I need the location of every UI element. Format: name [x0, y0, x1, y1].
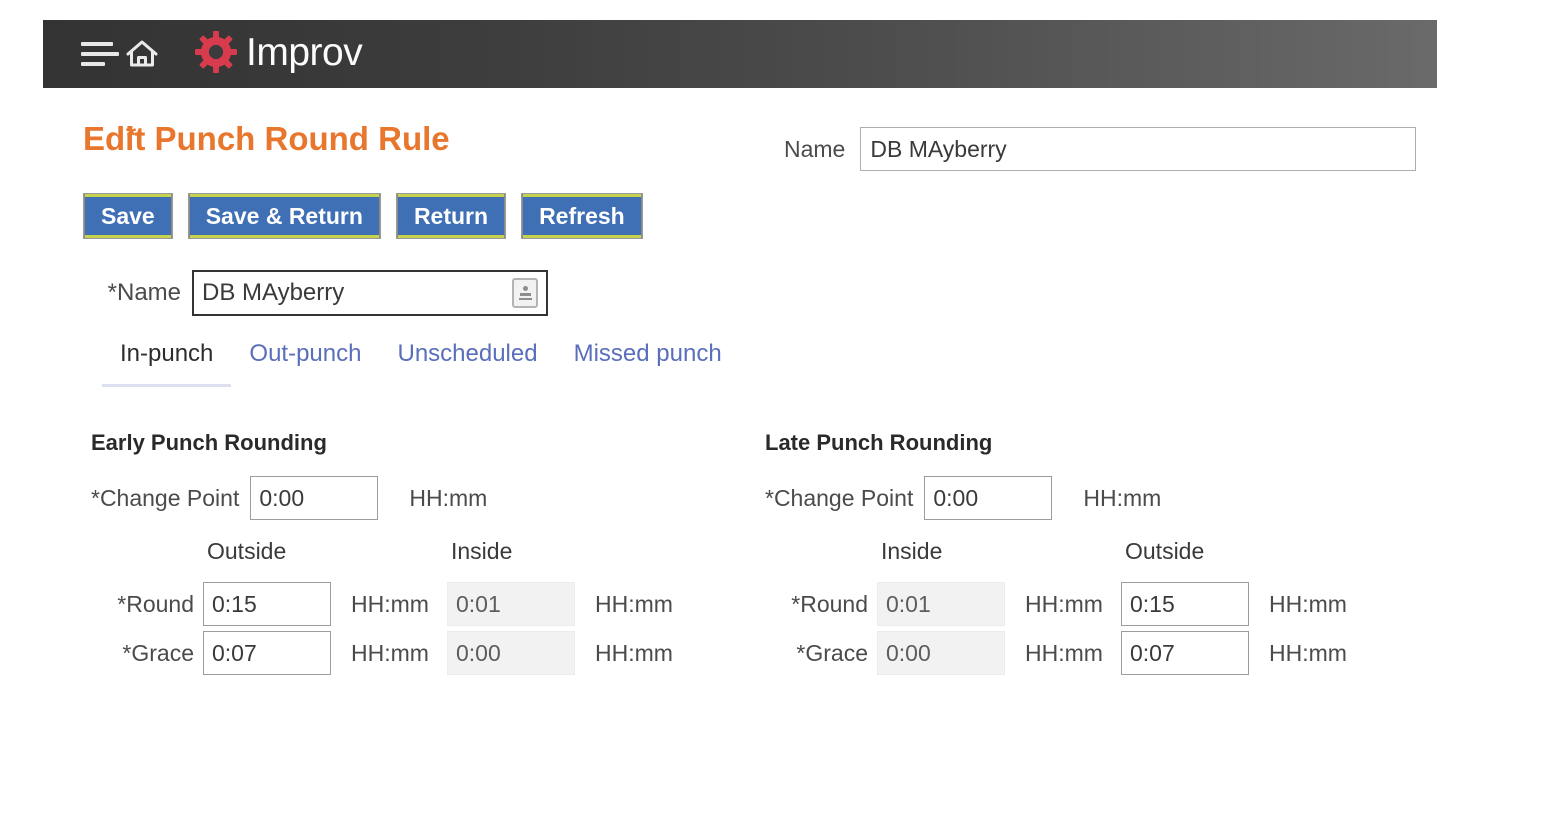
early-change-point-input[interactable]	[250, 476, 378, 520]
late-change-point-label: *Change Point	[765, 485, 913, 512]
picker-head	[523, 286, 528, 291]
early-grace-outside-input[interactable]	[203, 631, 331, 675]
brand-logo[interactable]: Improv	[195, 31, 362, 78]
early-round-inside-input	[447, 582, 575, 626]
late-round-outside-unit: HH:mm	[1249, 591, 1347, 618]
late-grace-inside-unit: HH:mm	[1005, 640, 1121, 667]
late-grace-inside-input	[877, 631, 1005, 675]
required-marker: *	[126, 120, 136, 151]
hamburger-line-3	[81, 62, 105, 66]
late-round-inside-input	[877, 582, 1005, 626]
tab-missed-punch[interactable]: Missed punch	[556, 340, 740, 384]
tab-unscheduled[interactable]: Unscheduled	[379, 340, 555, 384]
late-change-point-input[interactable]	[924, 476, 1052, 520]
save-button[interactable]: Save	[84, 194, 172, 238]
hamburger-icon[interactable]	[43, 20, 105, 88]
gear-icon	[195, 31, 237, 78]
early-change-point-row: *Change Point HH:mm	[91, 476, 673, 520]
header-name-input[interactable]	[860, 127, 1416, 171]
late-round-inside-unit: HH:mm	[1005, 591, 1121, 618]
early-round-outside-input[interactable]	[203, 582, 331, 626]
early-grace-outside-unit: HH:mm	[331, 640, 447, 667]
late-col-header-inside: Inside	[877, 538, 1005, 577]
early-round-label: *Round	[91, 591, 203, 618]
tab-in-punch[interactable]: In-punch	[102, 340, 231, 387]
action-button-bar: Save Save & Return Return Refresh	[84, 194, 642, 238]
save-and-return-button[interactable]: Save & Return	[189, 194, 380, 238]
page-title: * Edit Punch Round Rule	[63, 120, 450, 158]
page-title-row: * Edit Punch Round Rule Name	[0, 120, 1544, 184]
refresh-button[interactable]: Refresh	[522, 194, 642, 238]
late-punch-rounding-panel: Late Punch Rounding *Change Point HH:mm …	[765, 430, 1347, 675]
early-rounding-grid: Outside Inside *Round HH:mm HH:mm *Grace…	[91, 538, 673, 675]
late-rounding-grid: Inside Outside *Round HH:mm HH:mm *Grace…	[765, 538, 1347, 675]
early-change-point-unit: HH:mm	[409, 485, 487, 512]
header-name-group: Name	[784, 127, 1416, 171]
tab-out-punch[interactable]: Out-punch	[231, 340, 379, 384]
brand-name: Improv	[246, 33, 362, 76]
name-field-label: *Name	[0, 279, 192, 307]
page-title-text: Edit Punch Round Rule	[83, 120, 450, 158]
late-grace-outside-unit: HH:mm	[1249, 640, 1347, 667]
name-field-row: *Name	[0, 270, 548, 316]
late-change-point-unit: HH:mm	[1083, 485, 1161, 512]
early-col-header-outside: Outside	[203, 538, 331, 577]
home-icon[interactable]	[105, 20, 179, 88]
punch-type-tabs: In-punch Out-punch Unscheduled Missed pu…	[102, 340, 740, 387]
early-punch-rounding-panel: Early Punch Rounding *Change Point HH:mm…	[91, 430, 673, 675]
early-col-header-inside: Inside	[447, 538, 575, 577]
late-change-point-row: *Change Point HH:mm	[765, 476, 1347, 520]
early-grace-inside-unit: HH:mm	[575, 640, 673, 667]
return-button[interactable]: Return	[397, 194, 505, 238]
late-round-outside-input[interactable]	[1121, 582, 1249, 626]
name-field-box[interactable]	[192, 270, 548, 316]
early-grace-inside-input	[447, 631, 575, 675]
late-grace-outside-input[interactable]	[1121, 631, 1249, 675]
record-picker-icon[interactable]	[512, 278, 538, 308]
late-grace-label: *Grace	[765, 640, 877, 667]
early-change-point-label: *Change Point	[91, 485, 239, 512]
picker-line	[519, 298, 532, 300]
picker-body	[520, 293, 531, 296]
name-input[interactable]	[202, 279, 512, 307]
late-panel-heading: Late Punch Rounding	[765, 430, 1347, 456]
app-header-bar: Improv	[43, 20, 1437, 88]
header-name-label: Name	[784, 136, 845, 163]
early-round-inside-unit: HH:mm	[575, 591, 673, 618]
early-panel-heading: Early Punch Rounding	[91, 430, 673, 456]
early-grace-label: *Grace	[91, 640, 203, 667]
late-round-label: *Round	[765, 591, 877, 618]
late-col-header-outside: Outside	[1121, 538, 1249, 577]
early-round-outside-unit: HH:mm	[331, 591, 447, 618]
